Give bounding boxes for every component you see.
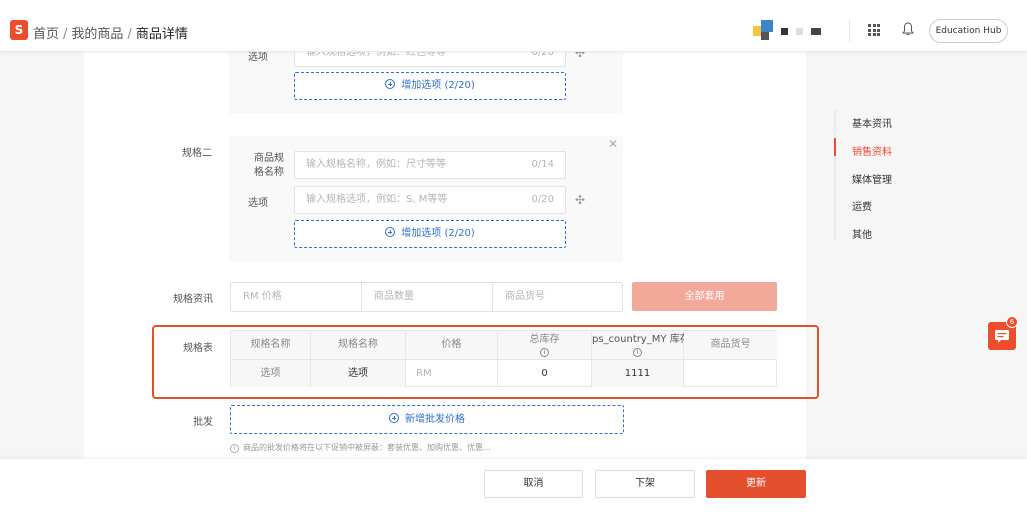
info-icon[interactable]: i bbox=[633, 348, 642, 357]
spec-table-label: 规格表 bbox=[183, 343, 213, 354]
info-icon: i bbox=[230, 444, 239, 453]
nav-item-others[interactable]: 其他 bbox=[852, 226, 872, 241]
shop-avatar-icon[interactable] bbox=[753, 20, 775, 42]
breadcrumb-my-products[interactable]: 我的商品 bbox=[71, 27, 123, 42]
table-cell: 选项 bbox=[311, 359, 406, 387]
top-header: S 首页 / 我的商品 / 商品详情 Education Hub bbox=[0, 0, 1027, 52]
variation2-name-input[interactable]: 输入规格名称，例如：尺寸等等 0/14 bbox=[294, 151, 566, 179]
nav-item-sales-info[interactable]: 销售资料 bbox=[852, 143, 892, 158]
spec-info-label: 规格资讯 bbox=[173, 294, 213, 305]
variation2-name-label: 商品规 格名称 bbox=[254, 153, 284, 178]
wholesale-note: i 商品的批发价格将在以下促销中被屏蔽：套装优惠、加购优惠、优惠... bbox=[230, 442, 491, 453]
variation2-option-input[interactable]: 输入规格选项，例如：S, M等等 0/20 bbox=[294, 186, 566, 214]
apply-all-button[interactable]: 全部套用 bbox=[632, 282, 777, 311]
bell-icon[interactable] bbox=[902, 22, 914, 36]
breadcrumb-home[interactable]: 首页 bbox=[33, 27, 59, 42]
shopee-logo-icon[interactable]: S bbox=[10, 20, 28, 40]
table-header: 价格 bbox=[406, 331, 498, 359]
nav-item-media[interactable]: 媒体管理 bbox=[852, 171, 892, 186]
table-header: 商品货号 bbox=[684, 331, 777, 359]
shop-name-block-icon bbox=[811, 28, 821, 35]
table-header: 规格名称 bbox=[311, 331, 406, 359]
cancel-button[interactable]: 取消 bbox=[484, 470, 583, 498]
table-cell: 选项 bbox=[231, 359, 311, 387]
sku-input[interactable]: 商品货号 bbox=[493, 283, 622, 311]
variation1-add-option-button[interactable]: 增加选项 (2/20) bbox=[294, 72, 566, 100]
header-divider bbox=[849, 20, 850, 42]
delist-button[interactable]: 下架 bbox=[595, 470, 695, 498]
close-icon[interactable]: ✕ bbox=[608, 137, 618, 151]
table-price-input[interactable]: RM bbox=[406, 359, 498, 387]
nav-item-basic-info[interactable]: 基本资讯 bbox=[852, 115, 892, 130]
plus-circle-icon bbox=[385, 227, 396, 237]
education-hub-button[interactable]: Education Hub bbox=[929, 19, 1008, 43]
spec-info-inputs: RM 价格 商品数量 商品货号 bbox=[230, 282, 623, 312]
table-header: 总库存 i bbox=[498, 331, 592, 359]
chat-badge: 6 bbox=[1006, 316, 1018, 328]
shop-name-block-icon bbox=[796, 28, 803, 35]
variation2-add-option-button[interactable]: 增加选项 (2/20) bbox=[294, 220, 566, 248]
stock-input[interactable]: 商品数量 bbox=[362, 283, 492, 311]
plus-circle-icon bbox=[389, 413, 399, 423]
drag-move-icon[interactable]: ✣ bbox=[575, 194, 587, 206]
plus-circle-icon bbox=[385, 79, 396, 89]
info-icon[interactable]: i bbox=[540, 348, 549, 357]
table-header: 规格名称 bbox=[231, 331, 311, 359]
nav-item-shipping[interactable]: 运费 bbox=[852, 198, 872, 213]
variation-table: 规格名称 规格名称 价格 总库存 i ps_country_MY 库存 i 商品货号… bbox=[230, 330, 777, 387]
breadcrumb: 首页 / 我的商品 / 商品详情 bbox=[33, 27, 188, 42]
price-input[interactable]: RM 价格 bbox=[231, 283, 361, 311]
sales-info-card: 选项 输入规格选项，例如：红色等等 0/20 ✣ 增加选项 (2/20) 规格二 … bbox=[84, 39, 819, 460]
footer-bar: 取消 下架 更新 bbox=[0, 459, 1027, 519]
table-my-stock-input[interactable]: 1111 bbox=[592, 359, 684, 387]
apps-grid-icon[interactable] bbox=[868, 24, 880, 36]
variation2-option-label: 选项 bbox=[248, 198, 268, 209]
update-button[interactable]: 更新 bbox=[706, 470, 806, 498]
wholesale-label: 批发 bbox=[193, 417, 213, 428]
breadcrumb-product-detail: 商品详情 bbox=[135, 27, 188, 42]
table-sku-input[interactable] bbox=[684, 359, 777, 387]
shop-name-block-icon bbox=[781, 28, 788, 35]
active-indicator bbox=[834, 138, 836, 156]
variation2-title: 规格二 bbox=[182, 148, 212, 159]
table-total-stock: 0 bbox=[498, 359, 592, 387]
add-wholesale-price-button[interactable]: 新增批发价格 bbox=[230, 405, 624, 434]
table-header: ps_country_MY 库存 i bbox=[592, 331, 690, 359]
